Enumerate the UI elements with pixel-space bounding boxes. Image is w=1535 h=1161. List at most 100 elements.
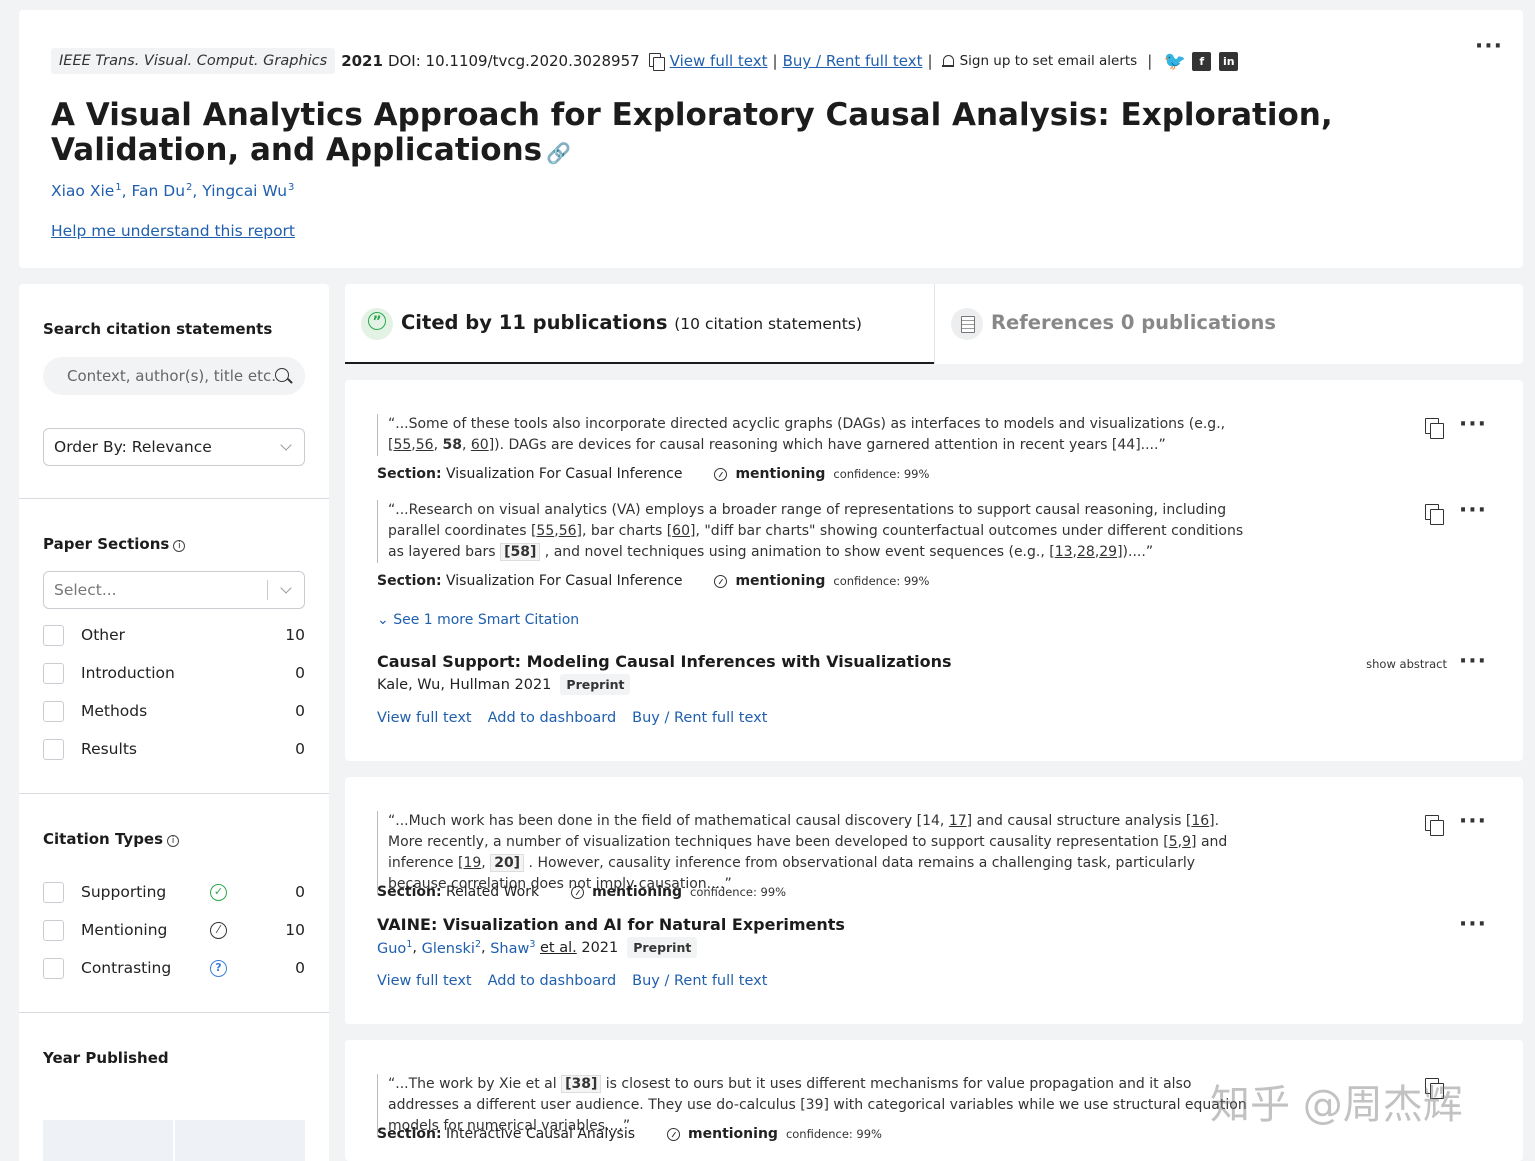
preprint-badge: Preprint <box>627 937 698 958</box>
view-full-text-link[interactable]: View full text <box>377 710 472 726</box>
show-abstract-button[interactable]: show abstract <box>1366 657 1447 671</box>
watermark: 知乎 @周杰辉 <box>1210 1082 1463 1128</box>
preprint-badge: Preprint <box>560 674 631 695</box>
section-filter-introduction[interactable]: Introduction 0 <box>43 663 305 685</box>
type-filter-supporting[interactable]: Supporting ✓ 0 <box>43 882 305 904</box>
citation-section-row: Section: Visualization For Casual Infere… <box>377 466 930 482</box>
filter-label: Supporting <box>81 883 167 901</box>
more-options-icon[interactable]: ··· <box>1459 500 1487 522</box>
checkbox[interactable] <box>43 625 64 646</box>
checkbox[interactable] <box>43 739 64 760</box>
histogram-bar[interactable] <box>43 1120 173 1161</box>
paper-header: IEEE Trans. Visual. Comput. Graphics 202… <box>19 10 1523 268</box>
citation-type: mentioning <box>735 573 826 589</box>
help-understand-link[interactable]: Help me understand this report <box>51 222 295 240</box>
order-by-select[interactable]: Order By: Relevance <box>43 428 305 466</box>
chevron-down-icon <box>280 582 292 594</box>
citing-paper-title[interactable]: Causal Support: Modeling Causal Inferenc… <box>377 652 952 671</box>
buy-rent-link[interactable]: Buy / Rent full text <box>783 52 923 70</box>
checkbox[interactable] <box>43 920 64 941</box>
author-link[interactable]: Shaw3 <box>490 939 535 957</box>
order-by-value: Order By: Relevance <box>54 438 212 456</box>
paper-year: 2021 <box>581 939 619 956</box>
author-link[interactable]: Fan Du2 <box>132 182 193 200</box>
citation-card: “...Much work has been done in the field… <box>345 777 1523 1024</box>
info-icon[interactable]: i <box>173 540 186 552</box>
citation-quote: “...Some of these tools also incorporate… <box>377 414 1257 456</box>
citation-section-row: Section: Interactive Causal Analysis men… <box>377 1126 882 1142</box>
section-filter-other[interactable]: Other 10 <box>43 625 305 647</box>
bell-icon[interactable] <box>941 54 954 68</box>
separator: | <box>772 52 778 70</box>
author-link[interactable]: Yingcai Wu3 <box>202 182 294 200</box>
filter-label: Results <box>81 740 137 758</box>
more-options-icon[interactable]: ··· <box>1459 651 1487 673</box>
meta-row: IEEE Trans. Visual. Comput. Graphics 202… <box>51 48 1239 74</box>
filter-count: 0 <box>295 959 305 977</box>
paper-title: A Visual Analytics Approach for Explorat… <box>51 98 1391 171</box>
buy-rent-link[interactable]: Buy / Rent full text <box>632 973 767 989</box>
filter-label: Other <box>81 626 126 644</box>
more-options-icon[interactable]: ··· <box>1475 36 1503 58</box>
search-icon[interactable] <box>275 368 289 382</box>
more-options-icon[interactable]: ··· <box>1459 414 1487 436</box>
see-more-citations-link[interactable]: ⌄ See 1 more Smart Citation <box>377 612 579 628</box>
more-options-icon[interactable]: ··· <box>1459 811 1487 833</box>
citing-paper-title[interactable]: VAINE: Visualization and AI for Natural … <box>377 915 845 934</box>
divider <box>19 1012 329 1013</box>
chevron-down-icon: ⌄ <box>377 612 389 628</box>
separator: | <box>927 52 933 70</box>
more-options-icon[interactable]: ··· <box>1459 914 1487 936</box>
copy-icon[interactable] <box>1425 504 1444 525</box>
checkbox[interactable] <box>43 663 64 684</box>
view-full-text-link[interactable]: View full text <box>377 973 472 989</box>
copy-icon[interactable] <box>1425 418 1444 439</box>
citation-card: “...Some of these tools also incorporate… <box>345 380 1523 761</box>
mentioning-icon <box>714 467 728 481</box>
twitter-icon[interactable]: 🐦 <box>1164 51 1186 72</box>
author-list: Xiao Xie1, Fan Du2, Yingcai Wu3 <box>51 182 295 201</box>
citation-quote: “...Much work has been done in the field… <box>377 811 1257 895</box>
tab-references[interactable]: References 0 publications <box>934 284 1523 364</box>
filter-label: Mentioning <box>81 921 168 939</box>
checkbox[interactable] <box>43 882 64 903</box>
filter-count: 10 <box>285 921 305 939</box>
divider <box>19 498 329 499</box>
copy-icon[interactable] <box>1425 815 1444 836</box>
search-placeholder: Context, author(s), title etc. <box>67 367 277 385</box>
buy-rent-link[interactable]: Buy / Rent full text <box>632 710 767 726</box>
citation-type: mentioning <box>735 466 826 482</box>
citation-quote-icon <box>361 308 393 340</box>
paper-actions: View full text Add to dashboard Buy / Re… <box>377 973 767 989</box>
checkbox[interactable] <box>43 958 64 979</box>
link-icon[interactable]: 🔗 <box>546 141 571 165</box>
linkedin-icon[interactable]: in <box>1219 51 1239 71</box>
type-filter-contrasting[interactable]: Contrasting ? 0 <box>43 958 305 980</box>
search-input[interactable]: Context, author(s), title etc. <box>43 357 305 395</box>
type-filter-mentioning[interactable]: Mentioning ⁄ 10 <box>43 920 305 942</box>
search-heading: Search citation statements <box>43 320 273 338</box>
author-link[interactable]: Xiao Xie1 <box>51 182 122 200</box>
add-to-dashboard-link[interactable]: Add to dashboard <box>488 710 617 726</box>
info-icon[interactable]: i <box>167 835 180 847</box>
divider <box>19 793 329 794</box>
section-filter-methods[interactable]: Methods 0 <box>43 701 305 723</box>
check-circle-icon: ✓ <box>210 884 227 901</box>
copy-icon[interactable] <box>648 53 665 71</box>
author-link[interactable]: Glenski2 <box>422 939 481 957</box>
year-histogram[interactable] <box>43 1120 305 1161</box>
doi: DOI: 10.1109/tvcg.2020.3028957 <box>387 52 640 70</box>
sections-select[interactable]: Select... <box>43 571 305 609</box>
separator: | <box>1147 52 1153 70</box>
et-al-link[interactable]: et al. <box>540 940 577 956</box>
tab-cited-by[interactable]: Cited by 11 publications (10 citation st… <box>345 284 934 364</box>
author-link[interactable]: Guo1 <box>377 939 412 957</box>
add-to-dashboard-link[interactable]: Add to dashboard <box>488 973 617 989</box>
checkbox[interactable] <box>43 701 64 722</box>
section-filter-results[interactable]: Results 0 <box>43 739 305 761</box>
histogram-bar[interactable] <box>175 1120 305 1161</box>
email-alerts-link[interactable]: Sign up to set email alerts <box>960 53 1138 69</box>
view-full-text-link[interactable]: View full text <box>670 52 768 70</box>
facebook-icon[interactable]: f <box>1192 51 1212 71</box>
confidence: confidence: 99% <box>833 574 930 588</box>
